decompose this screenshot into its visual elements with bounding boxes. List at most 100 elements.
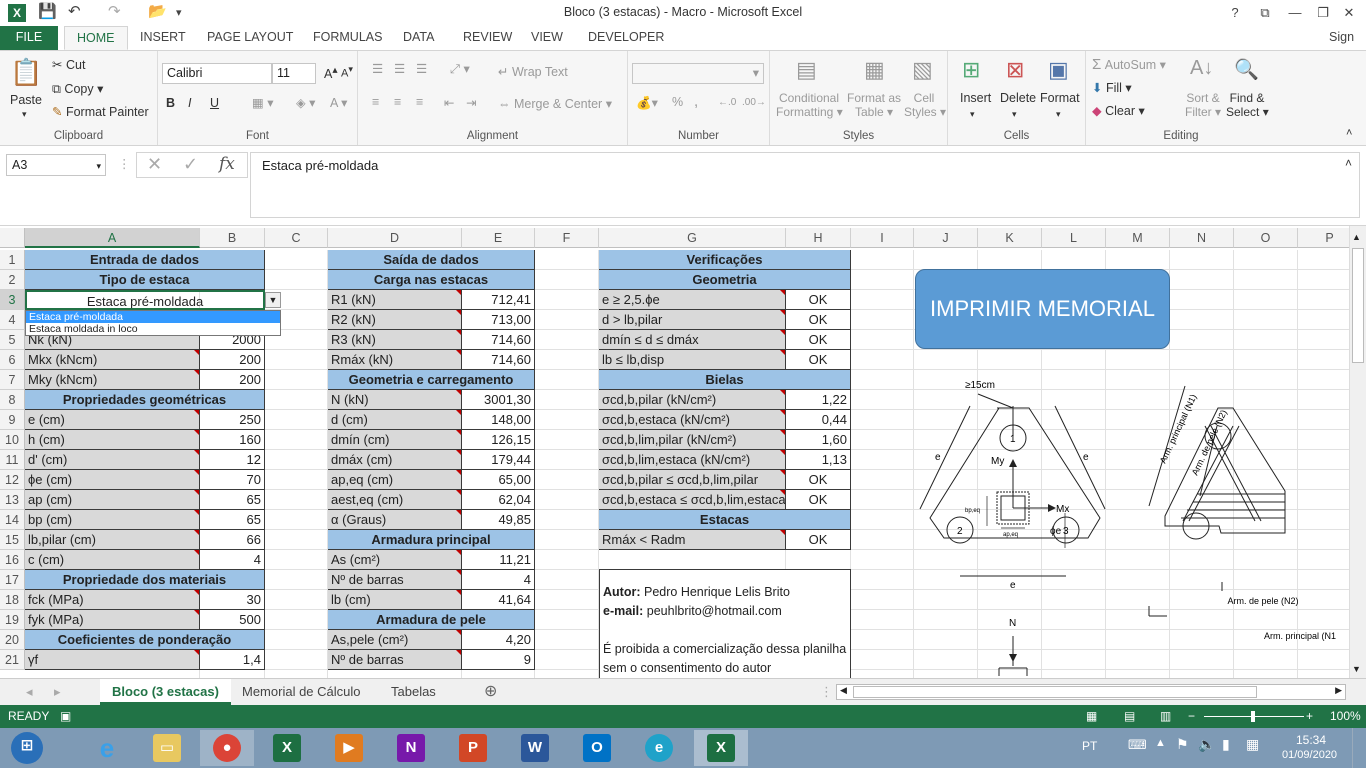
vertical-scroll-thumb[interactable] <box>1352 248 1364 363</box>
insert-button[interactable]: Insert <box>960 91 991 105</box>
check-label-cell[interactable]: σcd,b,pilar ≤ σcd,b,lim,pilar <box>599 470 786 490</box>
check-value-cell[interactable]: 1,13 <box>786 450 851 470</box>
input-label-cell[interactable]: c (cm) <box>25 550 200 570</box>
cancel-icon[interactable]: ✕ <box>147 154 162 175</box>
section-header-cell[interactable]: Estacas <box>599 510 851 530</box>
check-label-cell[interactable]: σcd,b,lim,pilar (kN/cm²) <box>599 430 786 450</box>
cut-button[interactable]: ✂ Cut <box>52 57 85 72</box>
insert-cells-icon[interactable]: ⊞ <box>962 57 980 83</box>
next-sheet-icon[interactable]: ▸ <box>42 679 73 705</box>
align-right-icon[interactable]: ≡ <box>416 95 423 109</box>
section-header-cell[interactable]: Propriedades geométricas <box>25 390 265 410</box>
column-header[interactable]: H <box>786 228 851 248</box>
italic-button[interactable]: I <box>188 96 191 110</box>
output-label-cell[interactable]: R1 (kN) <box>328 290 462 310</box>
print-memorial-button[interactable]: IMPRIMIR MEMORIAL <box>915 269 1170 349</box>
select-all-corner[interactable] <box>0 228 25 248</box>
check-label-cell[interactable]: lb ≤ lb,disp <box>599 350 786 370</box>
output-label-cell[interactable]: dmáx (cm) <box>328 450 462 470</box>
input-label-cell[interactable]: fck (MPa) <box>25 590 200 610</box>
check-label-cell[interactable]: σcd,b,pilar (kN/cm²) <box>599 390 786 410</box>
ribbon-display-button[interactable]: ⧉ <box>1250 2 1280 24</box>
decrease-decimal-icon[interactable]: .00→ <box>742 97 766 108</box>
column-header[interactable]: L <box>1042 228 1106 248</box>
increase-font-icon[interactable]: A▴ <box>324 64 338 81</box>
input-label-cell[interactable]: h (cm) <box>25 430 200 450</box>
column-header[interactable]: K <box>978 228 1042 248</box>
check-result-cell[interactable]: OK <box>786 350 851 370</box>
output-value-cell[interactable]: 62,04 <box>462 490 535 510</box>
row-header[interactable]: 1 <box>0 250 25 270</box>
number-format-select[interactable]: ▾ <box>632 63 764 84</box>
row-header[interactable]: 5 <box>0 330 25 350</box>
section-header-cell[interactable]: Armadura de pele <box>328 610 535 630</box>
check-result-cell[interactable]: OK <box>786 330 851 350</box>
row-header[interactable]: 6 <box>0 350 25 370</box>
paste-button[interactable]: Paste <box>10 93 42 107</box>
section-header-cell[interactable]: Propriedade dos materiais <box>25 570 265 590</box>
input-label-cell[interactable]: fyk (MPa) <box>25 610 200 630</box>
page-layout-view-icon[interactable]: ▤ <box>1124 705 1135 728</box>
decrease-indent-icon[interactable]: ⇤ <box>444 95 454 110</box>
column-header[interactable]: I <box>851 228 914 248</box>
row-header[interactable]: 15 <box>0 530 25 550</box>
output-label-cell[interactable]: Rmáx (kN) <box>328 350 462 370</box>
column-header[interactable]: E <box>462 228 535 248</box>
zoom-out-icon[interactable]: − <box>1188 705 1195 728</box>
tab-developer[interactable]: DEVELOPER <box>588 26 664 50</box>
paste-dropdown-icon[interactable]: ▾ <box>22 109 27 120</box>
decrease-font-icon[interactable]: A▾ <box>341 64 353 80</box>
output-value-cell[interactable]: 9 <box>462 650 535 670</box>
row-header[interactable]: 13 <box>0 490 25 510</box>
section-header-cell[interactable]: Coeficientes de ponderação <box>25 630 265 650</box>
row-header[interactable]: 14 <box>0 510 25 530</box>
sheet-tab-tabelas[interactable]: Tabelas <box>379 679 448 705</box>
action-center-flag-icon[interactable]: ⚑ <box>1176 736 1189 753</box>
align-center-icon[interactable]: ≡ <box>394 95 401 109</box>
minimize-button[interactable]: — <box>1280 2 1310 24</box>
row-header[interactable]: 10 <box>0 430 25 450</box>
row-header[interactable]: 7 <box>0 370 25 390</box>
fill-button[interactable]: ⬇ Fill ▾ <box>1092 80 1132 95</box>
borders-icon[interactable]: ▦ ▾ <box>252 95 274 110</box>
row-header[interactable]: 21 <box>0 650 25 670</box>
output-label-cell[interactable]: Nº de barras <box>328 570 462 590</box>
align-top-icon[interactable]: ☰ <box>372 61 383 76</box>
input-label-cell[interactable]: Mky (kNcm) <box>25 370 200 390</box>
output-value-cell[interactable]: 126,15 <box>462 430 535 450</box>
normal-view-icon[interactable]: ▦ <box>1086 705 1097 728</box>
autosum-button[interactable]: Σ AutoSum ▾ <box>1092 56 1166 73</box>
format-as-table-button[interactable]: Format as Table ▾ <box>846 91 902 119</box>
scroll-down-icon[interactable]: ▼ <box>1352 664 1361 674</box>
spreadsheet-grid[interactable]: ABCDEFGHIJKLMNOP 1 2 3 4 5 6 7 8 9 10 11 12 13 14 15 16… <box>0 226 1366 678</box>
input-label-cell[interactable]: γf <box>25 650 200 670</box>
output-value-cell[interactable]: 65,00 <box>462 470 535 490</box>
taskbar-media[interactable]: ▶ <box>322 730 376 766</box>
tab-formulas[interactable]: FORMULAS <box>313 26 382 50</box>
output-value-cell[interactable]: 714,60 <box>462 330 535 350</box>
check-label-cell[interactable]: dmín ≤ d ≤ dmáx <box>599 330 786 350</box>
align-left-icon[interactable]: ≡ <box>372 95 379 109</box>
output-value-cell[interactable]: 11,21 <box>462 550 535 570</box>
formula-input[interactable]: Estaca pré-moldada <box>250 152 1360 218</box>
show-desktop-button[interactable] <box>1352 728 1366 768</box>
output-label-cell[interactable]: aest,eq (cm) <box>328 490 462 510</box>
row-header[interactable]: 20 <box>0 630 25 650</box>
tab-page-layout[interactable]: PAGE LAYOUT <box>207 26 293 50</box>
output-value-cell[interactable]: 179,44 <box>462 450 535 470</box>
percent-button[interactable]: % <box>672 95 683 109</box>
dropdown-option-moldada-in-loco[interactable]: Estaca moldada in loco <box>26 323 280 335</box>
zoom-slider-thumb[interactable] <box>1251 711 1255 722</box>
merge-center-button[interactable]: ⇔ Merge & Center ▾ <box>498 96 612 111</box>
paste-icon[interactable]: 📋 <box>10 57 42 88</box>
output-value-cell[interactable]: 714,60 <box>462 350 535 370</box>
input-value-cell[interactable]: 30 <box>200 590 265 610</box>
input-value-cell[interactable]: 70 <box>200 470 265 490</box>
format-dropdown-icon[interactable]: ▾ <box>1056 109 1061 120</box>
tipo-estaca-header-cell[interactable]: Tipo de estaca <box>25 270 265 290</box>
tab-review[interactable]: REVIEW <box>463 26 512 50</box>
collapse-ribbon-icon[interactable]: ˄ <box>1346 127 1352 139</box>
output-label-cell[interactable]: N (kN) <box>328 390 462 410</box>
delete-cells-icon[interactable]: ⊠ <box>1006 57 1024 83</box>
font-color-icon[interactable]: A ▾ <box>330 95 347 110</box>
